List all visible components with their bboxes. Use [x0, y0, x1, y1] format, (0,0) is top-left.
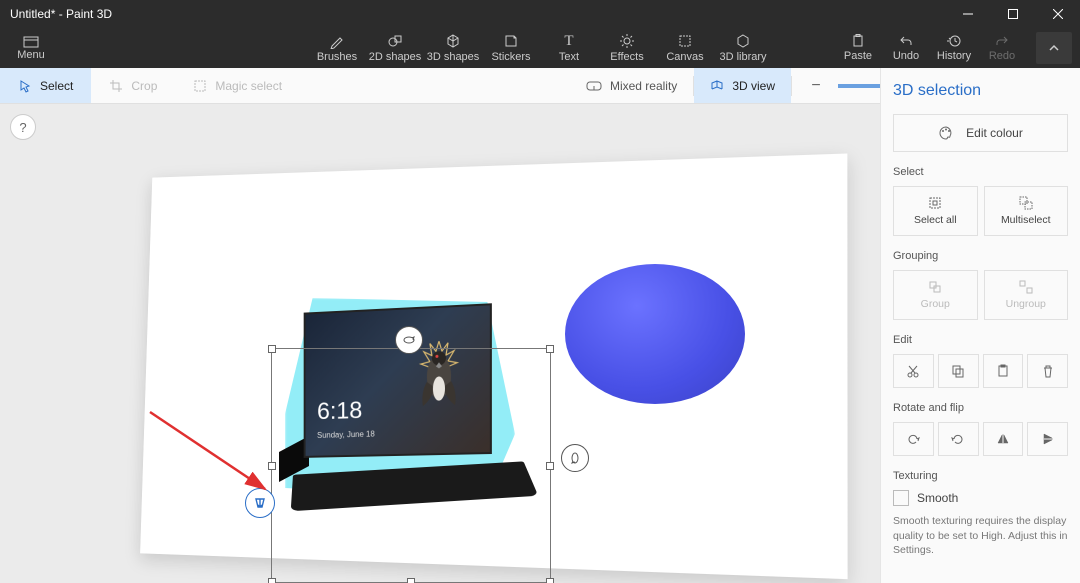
selection-bounding-box[interactable]	[271, 348, 551, 583]
resize-handle[interactable]	[546, 345, 554, 353]
menu-button[interactable]: Menu	[6, 28, 56, 68]
window-title: Untitled* - Paint 3D	[10, 7, 945, 21]
rotate-ccw-icon	[906, 432, 920, 446]
group-button: Group	[893, 270, 978, 320]
rotate-cw-button[interactable]	[938, 422, 979, 456]
redo-button: Redo	[978, 34, 1026, 62]
resize-handle[interactable]	[407, 578, 415, 583]
3d-workspace[interactable]: ? 6:18 Sunday, June 18	[0, 104, 880, 583]
multiselect-icon	[1019, 196, 1033, 210]
group-icon	[928, 280, 942, 294]
cut-button[interactable]	[893, 354, 934, 388]
paste-button[interactable]: Paste	[834, 34, 882, 62]
tool-2d-shapes[interactable]: 2D shapes	[366, 31, 424, 65]
resize-handle[interactable]	[546, 578, 554, 583]
rotate-ccw-button[interactable]	[893, 422, 934, 456]
cut-icon	[906, 364, 920, 378]
tool-3d-shapes[interactable]: 3D shapes	[424, 31, 482, 65]
mixed-reality-button[interactable]: Mixed reality	[570, 68, 693, 103]
multiselect-button[interactable]: Multiselect	[984, 186, 1069, 236]
ungroup-button: Ungroup	[984, 270, 1069, 320]
side-panel: 3D selection Edit colour Select Select a…	[880, 68, 1080, 583]
select-all-button[interactable]: Select all	[893, 186, 978, 236]
tool-canvas[interactable]: Canvas	[656, 31, 714, 65]
magic-select-icon	[193, 79, 207, 93]
tool-brushes[interactable]: Brushes	[308, 31, 366, 65]
flip-vertical-button[interactable]	[1027, 422, 1068, 456]
copy-button[interactable]	[938, 354, 979, 388]
help-button[interactable]: ?	[10, 114, 36, 140]
close-button[interactable]	[1035, 0, 1080, 28]
z-position-handle[interactable]	[245, 488, 275, 518]
expand-panel-button[interactable]	[1036, 32, 1072, 64]
resize-handle[interactable]	[546, 462, 554, 470]
3d-view-button[interactable]: 3D view	[694, 68, 791, 103]
smooth-checkbox[interactable]: Smooth	[893, 490, 1068, 506]
panel-title: 3D selection	[893, 82, 1068, 100]
grouping-section-label: Grouping	[893, 250, 1068, 262]
cursor-icon	[18, 79, 32, 93]
paste-button-panel[interactable]	[983, 354, 1024, 388]
maximize-button[interactable]	[990, 0, 1035, 28]
select-mode-button[interactable]: Select	[0, 68, 91, 103]
select-all-icon	[928, 196, 942, 210]
copy-icon	[951, 364, 965, 378]
tool-3d-library[interactable]: 3D library	[714, 31, 772, 65]
paste-icon	[996, 364, 1010, 378]
sphere-object[interactable]	[565, 264, 745, 404]
texturing-section-label: Texturing	[893, 470, 1068, 482]
resize-handle[interactable]	[268, 345, 276, 353]
menu-label: Menu	[17, 49, 45, 61]
crop-button: Crop	[91, 68, 175, 103]
edit-colour-button[interactable]: Edit colour	[893, 114, 1068, 152]
ribbon-tools: Brushes 2D shapes 3D shapes Stickers TTe…	[308, 31, 772, 65]
crop-icon	[109, 79, 123, 93]
magic-select-button: Magic select	[175, 68, 300, 103]
rotate-y-handle[interactable]	[561, 444, 589, 472]
ribbon-right: Paste Undo History Redo	[834, 32, 1076, 64]
resize-handle[interactable]	[268, 462, 276, 470]
tool-stickers[interactable]: Stickers	[482, 31, 540, 65]
tool-effects[interactable]: Effects	[598, 31, 656, 65]
rotate-x-handle[interactable]	[395, 326, 423, 354]
palette-icon	[938, 125, 954, 141]
mixed-reality-icon	[586, 80, 602, 92]
canvas-3d: 6:18 Sunday, June 18	[115, 164, 835, 564]
flip-h-icon	[996, 432, 1010, 446]
rotate-flip-section-label: Rotate and flip	[893, 402, 1068, 414]
ribbon: Menu Brushes 2D shapes 3D shapes Sticker…	[0, 28, 1080, 68]
3d-view-icon	[710, 79, 724, 93]
zoom-out-button[interactable]: −	[804, 74, 828, 98]
flip-v-icon	[1041, 432, 1055, 446]
titlebar: Untitled* - Paint 3D	[0, 0, 1080, 28]
select-section-label: Select	[893, 166, 1068, 178]
undo-button[interactable]: Undo	[882, 34, 930, 62]
minimize-button[interactable]	[945, 0, 990, 28]
resize-handle[interactable]	[268, 578, 276, 583]
edit-section-label: Edit	[893, 334, 1068, 346]
flip-horizontal-button[interactable]	[983, 422, 1024, 456]
ungroup-icon	[1019, 280, 1033, 294]
delete-button[interactable]	[1027, 354, 1068, 388]
rotate-cw-icon	[951, 432, 965, 446]
history-button[interactable]: History	[930, 34, 978, 62]
checkbox-icon	[893, 490, 909, 506]
tool-text[interactable]: TText	[540, 31, 598, 65]
texturing-note: Smooth texturing requires the display qu…	[893, 514, 1068, 558]
delete-icon	[1041, 364, 1055, 378]
